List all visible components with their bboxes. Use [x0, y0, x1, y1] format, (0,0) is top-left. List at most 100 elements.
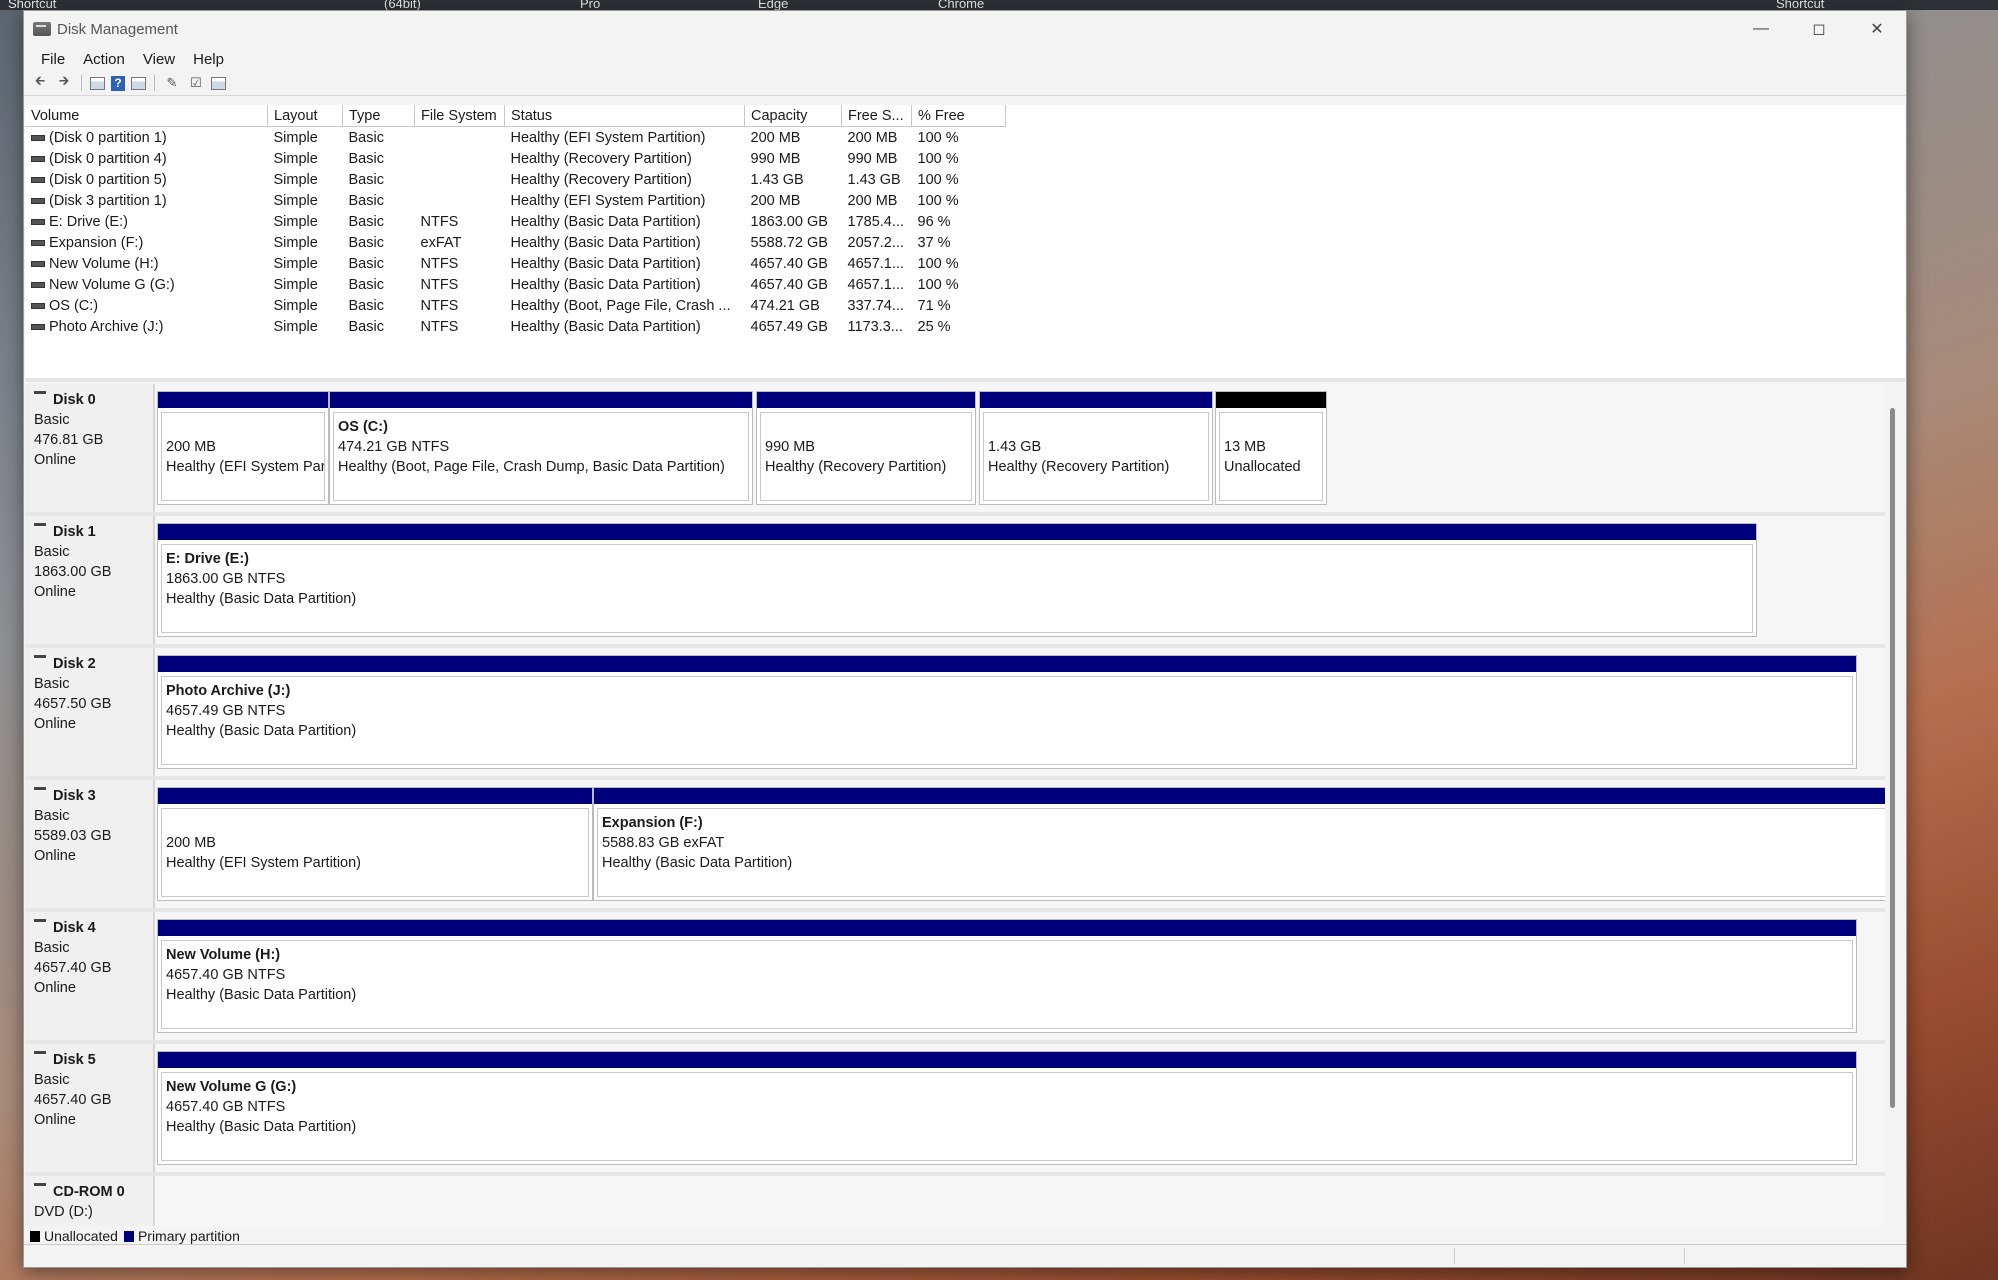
- volume-cell-text: 71 %: [917, 297, 951, 314]
- volume-cell-text: OS (C:): [49, 297, 99, 314]
- vertical-scrollbar[interactable]: [1890, 408, 1895, 1108]
- volume-cell-text: 990 MB: [750, 150, 801, 167]
- volume-cell-text: 990 MB: [847, 150, 898, 167]
- volume-cell-text: Healthy (Basic Data Partition): [510, 234, 701, 251]
- volume-cell-text: Basic: [348, 171, 384, 188]
- column-header-status[interactable]: Status: [504, 105, 745, 127]
- volume-row[interactable]: Expansion (F:) Simple Basic exFAT Healthy (B…: [25, 232, 1006, 253]
- partition-block[interactable]: New Volume (H:) 4657.40 GB NTFS Healthy (B…: [157, 919, 1857, 1033]
- volume-cell: Simple: [268, 295, 343, 316]
- check-icon[interactable]: ☑: [187, 74, 205, 92]
- volume-cell-text: Healthy (Recovery Partition): [510, 150, 692, 167]
- column-header-percent-free[interactable]: % Free: [911, 105, 1006, 127]
- column-header-capacity[interactable]: Capacity: [744, 105, 842, 127]
- volume-row[interactable]: New Volume G (G:) Simple Basic NTFS Healthy …: [25, 274, 1006, 295]
- cdrom-info[interactable]: CD-ROM 0 DVD (D:): [25, 1176, 155, 1226]
- disk-info[interactable]: Disk 1 Basic 1863.00 GB Online: [25, 516, 155, 644]
- volume-row[interactable]: Photo Archive (J:) Simple Basic NTFS Healthy…: [25, 316, 1006, 337]
- volume-row[interactable]: (Disk 0 partition 1) Simple Basic Healthy (…: [25, 127, 1006, 149]
- volume-cell: New Volume (H:): [25, 253, 268, 274]
- partition-name: [166, 417, 324, 437]
- volume-cell-text: Basic: [348, 276, 384, 293]
- volume-cell: New Volume G (G:): [25, 274, 268, 295]
- partition-block[interactable]: Photo Archive (J:) 4657.49 GB NTFS Healthy…: [157, 655, 1857, 769]
- volume-cell-text: Healthy (Basic Data Partition): [510, 213, 701, 230]
- unallocated-space[interactable]: 13 MB Unallocated: [1215, 391, 1327, 505]
- volume-cell-text: Photo Archive (J:): [49, 318, 164, 335]
- volume-row[interactable]: (Disk 0 partition 4) Simple Basic Healthy (…: [25, 148, 1006, 169]
- column-header-type[interactable]: Type: [342, 105, 415, 127]
- disk-info[interactable]: Disk 5 Basic 4657.40 GB Online: [25, 1044, 155, 1172]
- partition-block[interactable]: 200 MB Healthy (EFI System Partition): [157, 787, 593, 901]
- disk-type: Basic: [34, 940, 70, 956]
- disk-info[interactable]: Disk 3 Basic 5589.03 GB Online: [25, 780, 155, 908]
- menu-view[interactable]: View: [134, 51, 184, 68]
- column-header-file-system[interactable]: File System: [414, 105, 505, 127]
- disk-graphical-pane: Disk 0 Basic 476.81 GB Online 200 MB Healthy …: [25, 384, 1885, 1226]
- volume-cell: 1173.3...: [842, 316, 912, 337]
- volume-cell: (Disk 3 partition 1): [25, 190, 268, 211]
- volume-cell: 337.74...: [842, 295, 912, 316]
- close-button[interactable]: ✕: [1848, 11, 1906, 47]
- partition-size: 4657.40 GB NTFS: [166, 967, 286, 983]
- legend-swatch-unallocated: [30, 1230, 40, 1242]
- volume-cell: 25 %: [912, 316, 1006, 337]
- title-bar[interactable]: Disk Management — ◻ ✕: [24, 11, 1906, 47]
- disk-info[interactable]: Disk 0 Basic 476.81 GB Online: [25, 384, 155, 512]
- menu-action[interactable]: Action: [74, 51, 134, 68]
- volume-row[interactable]: (Disk 0 partition 5) Simple Basic Healthy (…: [25, 169, 1006, 190]
- menu-file[interactable]: File: [32, 51, 74, 68]
- volume-row[interactable]: E: Drive (E:) Simple Basic NTFS Healthy (Bas…: [25, 211, 1006, 232]
- disk-info[interactable]: Disk 4 Basic 4657.40 GB Online: [25, 912, 155, 1040]
- help-icon[interactable]: ?: [111, 75, 125, 91]
- disk-row: Disk 0 Basic 476.81 GB Online 200 MB Healthy …: [25, 384, 1885, 516]
- volume-cell: (Disk 0 partition 1): [25, 127, 268, 149]
- disk-info[interactable]: Disk 2 Basic 4657.50 GB Online: [25, 648, 155, 776]
- partition-block[interactable]: New Volume G (G:) 4657.40 GB NTFS Healthy …: [157, 1051, 1857, 1165]
- volume-row[interactable]: (Disk 3 partition 1) Simple Basic Healthy (…: [25, 190, 1006, 211]
- settings-list-icon[interactable]: [211, 76, 226, 90]
- volume-cell: 100 %: [912, 253, 1006, 274]
- volume-cell: NTFS: [415, 211, 505, 232]
- disk-size: 4657.40 GB: [34, 960, 112, 976]
- partition-color-bar: [757, 392, 975, 408]
- volume-cell-text: Simple: [273, 255, 318, 272]
- partition-block[interactable]: Expansion (F:) 5588.83 GB exFAT Healthy (B…: [593, 787, 1885, 901]
- volume-row[interactable]: New Volume (H:) Simple Basic NTFS Healthy (B…: [25, 253, 1006, 274]
- partition-block[interactable]: 1.43 GB Healthy (Recovery Partition): [979, 391, 1213, 505]
- volume-cell-text: Healthy (Basic Data Partition): [510, 255, 701, 272]
- minimize-button[interactable]: —: [1732, 11, 1790, 47]
- show-hide-console-tree-icon[interactable]: [90, 76, 105, 90]
- partition-block[interactable]: 990 MB Healthy (Recovery Partition): [756, 391, 976, 505]
- volume-cell-text: 200 MB: [847, 129, 898, 146]
- column-header-free-space[interactable]: Free S...: [841, 105, 912, 127]
- partition-block[interactable]: E: Drive (E:) 1863.00 GB NTFS Healthy (Bas…: [157, 523, 1757, 637]
- partition-details: New Volume G (G:) 4657.40 GB NTFS Healthy …: [161, 1072, 1853, 1161]
- volume-icon: [31, 155, 45, 162]
- volume-cell: 474.21 GB: [745, 295, 842, 316]
- volume-cell-text: 100 %: [917, 192, 959, 209]
- volume-cell: OS (C:): [25, 295, 268, 316]
- menu-help[interactable]: Help: [184, 51, 233, 68]
- close-icon: ✕: [1870, 21, 1884, 38]
- volume-cell: 1.43 GB: [745, 169, 842, 190]
- back-arrow-icon[interactable]: 🡰: [31, 73, 49, 92]
- partition-name: [988, 417, 1208, 437]
- partition-block[interactable]: OS (C:) 474.21 GB NTFS Healthy (Boot, Page…: [329, 391, 753, 505]
- forward-arrow-icon[interactable]: 🡲: [55, 73, 73, 92]
- volume-cell: Simple: [268, 316, 343, 337]
- volume-cell: 37 %: [912, 232, 1006, 253]
- partition-color-bar: [158, 920, 1856, 936]
- column-header-volume[interactable]: Volume: [25, 105, 268, 127]
- partition-size: 200 MB: [166, 439, 216, 455]
- volume-cell: Basic: [343, 274, 415, 295]
- volume-cell-text: NTFS: [420, 213, 459, 230]
- volume-cell-text: 4657.1...: [847, 255, 904, 272]
- connect-icon[interactable]: ✎: [163, 74, 181, 92]
- properties-icon[interactable]: [131, 76, 146, 90]
- volume-cell-text: New Volume (H:): [49, 255, 159, 272]
- maximize-button[interactable]: ◻: [1790, 11, 1848, 47]
- volume-row[interactable]: OS (C:) Simple Basic NTFS Healthy (Boot, Pag…: [25, 295, 1006, 316]
- column-header-layout[interactable]: Layout: [267, 105, 343, 127]
- partition-block[interactable]: 200 MB Healthy (EFI System Partition): [157, 391, 329, 505]
